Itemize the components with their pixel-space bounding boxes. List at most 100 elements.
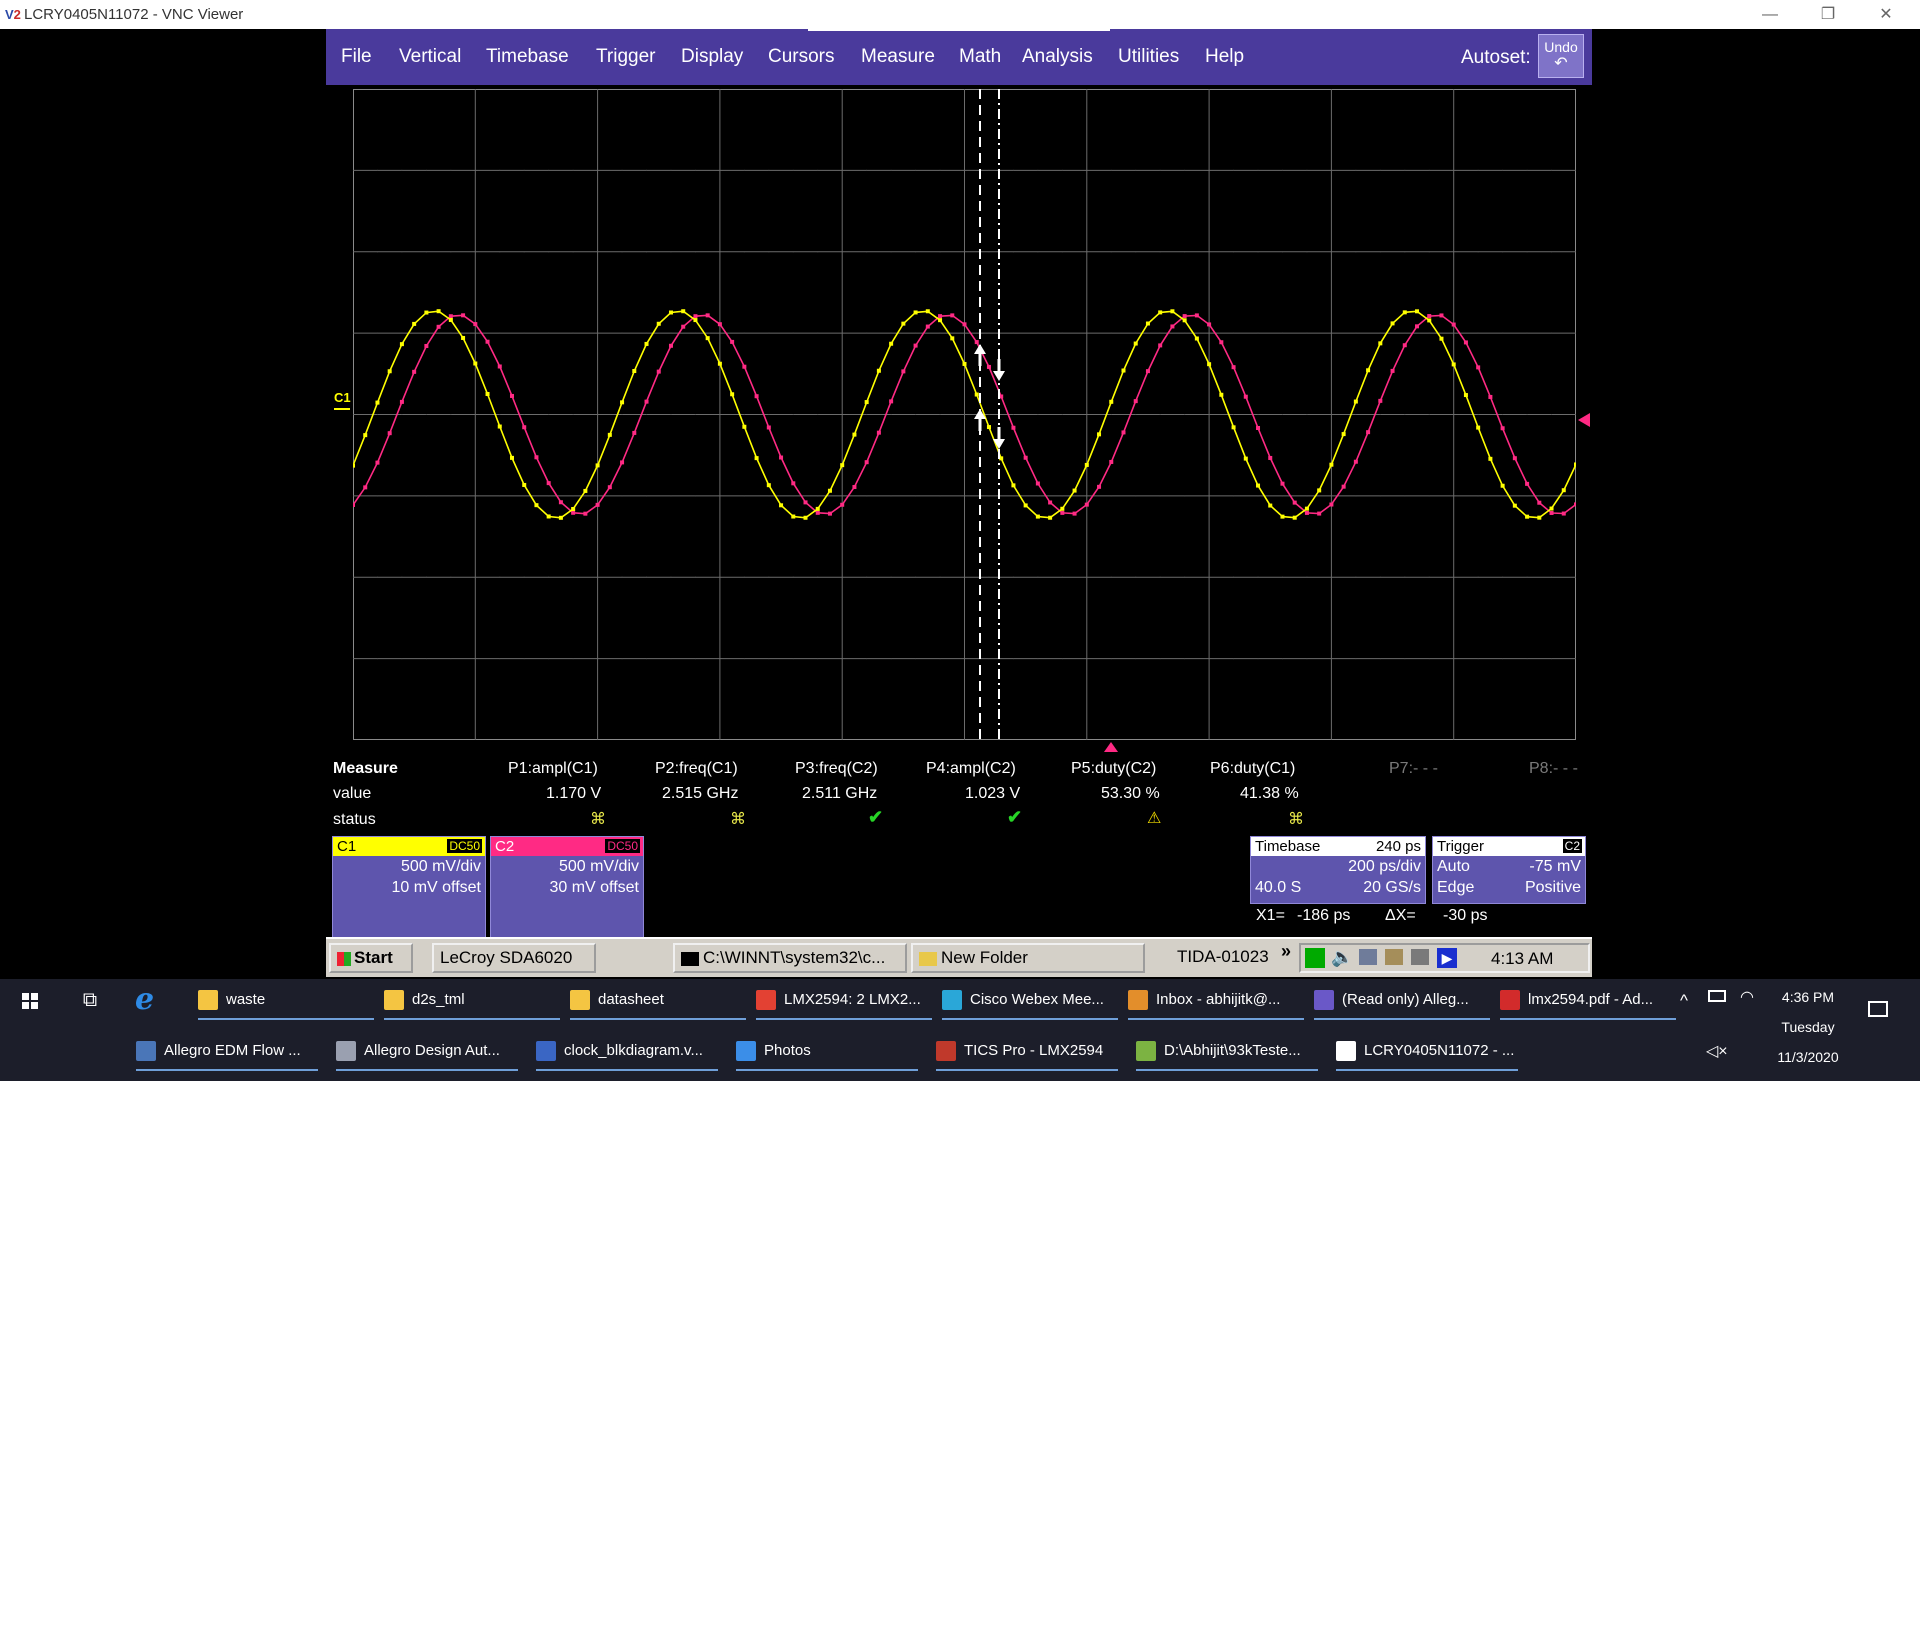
menu-math[interactable]: Math [959, 46, 1001, 68]
trace-c1-sample [351, 463, 355, 468]
grid-dot [694, 169, 696, 171]
trace-c2-sample [448, 314, 453, 319]
menu-display[interactable]: Display [681, 46, 743, 68]
taskbar-cmd-button[interactable]: C:\WINNT\system32\c... [673, 943, 907, 973]
trace-c2-sample [1170, 324, 1175, 329]
trace-c1-sample [1084, 462, 1089, 467]
taskbar-newfolder-label: New Folder [941, 948, 1028, 967]
task-view-icon[interactable]: ⧉ [72, 979, 108, 1021]
trace-c2-sample [1537, 500, 1542, 505]
param-p5-name[interactable]: P5:duty(C2) [1071, 760, 1156, 778]
taskbar-app-row1-2[interactable]: datasheet [570, 979, 746, 1021]
menu-measure[interactable]: Measure [861, 46, 935, 68]
lecroy-tray-icon[interactable] [1305, 948, 1325, 968]
chevron-icon[interactable]: » [1281, 941, 1291, 962]
grid-dot [670, 414, 672, 415]
grid-dot [1233, 251, 1235, 253]
grid-dot [1233, 495, 1235, 497]
trace-c1-sample [1207, 362, 1212, 367]
param-p2-name[interactable]: P2:freq(C1) [655, 760, 738, 778]
printer-icon[interactable] [1411, 949, 1429, 965]
grid-dot [743, 576, 745, 578]
trace-c2-sample [399, 399, 404, 404]
timebase-box[interactable]: Timebase 240 ps 200 ps/div 40.0 S 20 GS/… [1250, 836, 1426, 904]
volume-icon[interactable]: 🔈 [1331, 947, 1353, 968]
grid-dot [890, 414, 892, 415]
grid-dot [1551, 332, 1553, 334]
taskbar-app-row2-0[interactable]: Allegro EDM Flow ... [136, 1030, 318, 1072]
taskbar-app-row1-4[interactable]: Cisco Webex Mee... [942, 979, 1118, 1021]
taskbar-app-row2-1[interactable]: Allegro Design Aut... [336, 1030, 518, 1072]
minimize-button[interactable]: — [1741, 0, 1799, 29]
grid-dot [1355, 414, 1357, 415]
grid-dot [1526, 414, 1528, 415]
volume-muted-icon[interactable]: ◁× [1706, 1041, 1728, 1061]
trigger-box[interactable]: Trigger C2 Auto -75 mV Edge Positive [1432, 836, 1586, 904]
taskbar-app-row2-6[interactable]: LCRY0405N11072 - ... [1336, 1030, 1518, 1072]
trace-c1-sample [925, 309, 930, 314]
grid-dot [768, 332, 770, 334]
taskbar-app-row1-0[interactable]: waste [198, 979, 374, 1021]
param-p6-name[interactable]: P6:duty(C1) [1210, 760, 1295, 778]
taskbar-app-row2-3[interactable]: Photos [736, 1030, 918, 1072]
trace-c2-sample [925, 324, 930, 329]
taskbar-lecroy-button[interactable]: LeCroy SDA6020 [432, 943, 596, 973]
trace-c1-sample [986, 425, 991, 430]
start-button[interactable]: Start [329, 943, 413, 973]
param-p3-name[interactable]: P3:freq(C2) [795, 760, 878, 778]
channel-c1-box[interactable]: C1 DC50 500 mV/div 10 mV offset [332, 836, 486, 938]
param-p7-name[interactable]: P7:- - - [1389, 760, 1438, 778]
param-p4-name[interactable]: P4:ampl(C2) [926, 760, 1016, 778]
menu-help[interactable]: Help [1205, 46, 1244, 68]
taskbar-app-row1-5[interactable]: Inbox - abhijitk@... [1128, 979, 1304, 1021]
trace-c2-sample [1243, 394, 1248, 399]
menu-cursors[interactable]: Cursors [768, 46, 835, 68]
media-play-icon[interactable]: ▶ [1437, 948, 1457, 968]
taskbar-app-row1-1[interactable]: d2s_tml [384, 979, 560, 1021]
restore-button[interactable]: ❐ [1799, 0, 1857, 29]
menu-analysis[interactable]: Analysis [1022, 46, 1093, 68]
channel-c2-box[interactable]: C2 DC50 500 mV/div 30 mV offset [490, 836, 644, 938]
menu-timebase[interactable]: Timebase [486, 46, 569, 68]
grid-dot [548, 576, 550, 578]
menu-file[interactable]: File [341, 46, 372, 68]
taskbar-app-row1-3[interactable]: LMX2594: 2 LMX2... [756, 979, 932, 1021]
close-button[interactable]: ✕ [1857, 0, 1915, 29]
grid-dot [768, 576, 770, 578]
internet-explorer-icon[interactable]: e [135, 984, 171, 1016]
taskbar-app-row1-7[interactable]: lmx2594.pdf - Ad... [1500, 979, 1676, 1021]
channel-c1-vdiv: 500 mV/div [400, 858, 481, 875]
taskbar-app-row2-5[interactable]: D:\Abhijit\93kTeste... [1136, 1030, 1318, 1072]
action-center-icon[interactable] [1868, 1001, 1888, 1017]
menu-utilities[interactable]: Utilities [1118, 46, 1179, 68]
taskbar-clock-time[interactable]: 4:36 PM [1760, 989, 1856, 1005]
battery-icon[interactable] [1708, 990, 1726, 1002]
taskbar-newfolder-button[interactable]: New Folder [911, 943, 1145, 973]
taskbar-app-row2-4[interactable]: TICS Pro - LMX2594 [936, 1030, 1118, 1072]
param-p1-name[interactable]: P1:ampl(C1) [508, 760, 598, 778]
waveform-display[interactable] [351, 88, 1578, 741]
start-button[interactable] [12, 979, 48, 1021]
undo-button[interactable]: Undo ↶ [1538, 34, 1584, 78]
wifi-icon[interactable]: ◠ [1740, 987, 1754, 1007]
taskbar-app-label: Inbox - abhijitk@... [1156, 991, 1281, 1008]
grid-dot [425, 658, 427, 660]
taskbar-app-row2-2[interactable]: clock_blkdiagram.v... [536, 1030, 718, 1072]
grid-dot [1184, 495, 1186, 497]
grid-dot [1404, 658, 1406, 660]
grid-dot [743, 251, 745, 253]
menu-trigger[interactable]: Trigger [596, 46, 655, 68]
taskbar-app-row1-6[interactable]: (Read only) Alleg... [1314, 979, 1490, 1021]
grid-dot [499, 495, 501, 497]
show-hidden-icons[interactable]: ^ [1680, 991, 1688, 1011]
trace-c1-sample [1072, 488, 1077, 493]
grid-dot [1306, 576, 1308, 578]
menu-vertical[interactable]: Vertical [399, 46, 461, 68]
trace-c1-sample [1561, 488, 1566, 493]
taskbar-clock-date[interactable]: 11/3/2020 [1760, 1049, 1856, 1065]
tray-app-icon[interactable] [1385, 949, 1403, 965]
taskbar-clock-day[interactable]: Tuesday [1760, 1019, 1856, 1035]
measure-header: Measure [333, 760, 398, 777]
param-p8-name[interactable]: P8:- - - [1529, 760, 1578, 778]
network-icon[interactable] [1359, 949, 1377, 965]
